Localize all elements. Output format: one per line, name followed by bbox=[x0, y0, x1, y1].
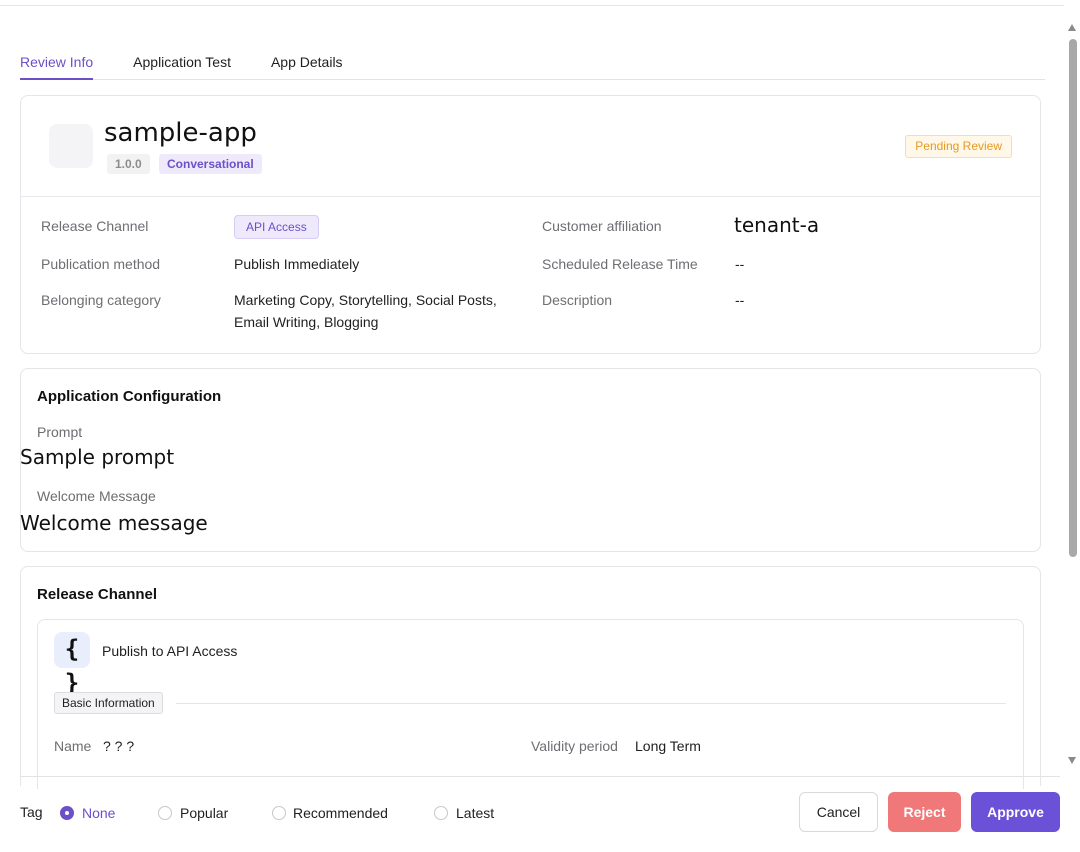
channel-name-value: ? ? ? bbox=[103, 738, 135, 754]
api-access-channel-card: { } Publish to API Access Basic Informat… bbox=[37, 619, 1024, 789]
app-name: sample-app bbox=[104, 118, 257, 148]
scroll-up-arrow-icon[interactable] bbox=[1068, 24, 1076, 31]
status-badge: Pending Review bbox=[905, 135, 1012, 158]
config-title: Application Configuration bbox=[37, 388, 222, 405]
category-value-line1: Marketing Copy, Storytelling, Social Pos… bbox=[234, 292, 497, 308]
app-type-badge: Conversational bbox=[159, 154, 262, 174]
release-channel-label: Release Channel bbox=[41, 218, 149, 234]
vertical-scrollbar[interactable] bbox=[1066, 22, 1080, 766]
description-value: -- bbox=[735, 292, 745, 308]
version-badge: 1.0.0 bbox=[107, 154, 150, 174]
basic-information-divider bbox=[176, 703, 1006, 704]
validity-period-label: Validity period bbox=[531, 738, 618, 754]
customer-affiliation-label: Customer affiliation bbox=[542, 218, 662, 234]
tag-radio-popular-label[interactable]: Popular bbox=[180, 805, 228, 821]
tag-radio-latest-label[interactable]: Latest bbox=[456, 805, 494, 821]
reject-button[interactable]: Reject bbox=[888, 792, 961, 832]
channel-name-label: Name bbox=[54, 738, 92, 754]
publication-method-label: Publication method bbox=[41, 256, 161, 272]
scheduled-release-label: Scheduled Release Time bbox=[542, 256, 698, 272]
release-channel-chip: API Access bbox=[234, 215, 319, 239]
top-divider bbox=[0, 5, 1064, 6]
app-icon bbox=[49, 124, 93, 168]
release-channel-title: Release Channel bbox=[37, 586, 158, 603]
tag-radio-none[interactable] bbox=[60, 806, 74, 820]
validity-period-value: Long Term bbox=[635, 738, 701, 754]
tag-radio-recommended-label[interactable]: Recommended bbox=[293, 805, 388, 821]
cancel-button[interactable]: Cancel bbox=[799, 792, 878, 832]
tag-radio-popular[interactable] bbox=[158, 806, 172, 820]
tab-app-details[interactable]: App Details bbox=[271, 40, 343, 80]
tag-radio-none-label[interactable]: None bbox=[82, 805, 115, 821]
welcome-message-value: Welcome message bbox=[20, 511, 208, 535]
tab-bar: Review Info Application Test App Details bbox=[20, 40, 1045, 80]
tag-radio-recommended[interactable] bbox=[272, 806, 286, 820]
footer-divider bbox=[20, 776, 1060, 777]
prompt-label: Prompt bbox=[37, 424, 83, 440]
application-configuration-card: Application Configuration Prompt Sample … bbox=[20, 368, 1041, 552]
publish-to-api-label: Publish to API Access bbox=[102, 643, 238, 659]
tab-application-test[interactable]: Application Test bbox=[133, 40, 231, 80]
tag-label: Tag bbox=[20, 804, 43, 820]
welcome-message-label: Welcome Message bbox=[37, 488, 156, 504]
approve-button[interactable]: Approve bbox=[971, 792, 1060, 832]
scheduled-release-value: -- bbox=[735, 256, 745, 272]
category-value-line2: Email Writing, Blogging bbox=[234, 314, 379, 330]
customer-affiliation-value: tenant-a bbox=[734, 213, 820, 237]
api-braces-icon: { } bbox=[54, 632, 90, 697]
basic-information-tag: Basic Information bbox=[54, 692, 163, 714]
tag-radio-latest[interactable] bbox=[434, 806, 448, 820]
release-channel-card: Release Channel { } Publish to API Acces… bbox=[20, 566, 1041, 789]
description-label: Description bbox=[542, 292, 613, 308]
review-info-card: sample-app 1.0.0 Conversational Pending … bbox=[20, 95, 1041, 354]
prompt-value: Sample prompt bbox=[20, 445, 175, 469]
publication-method-value: Publish Immediately bbox=[234, 256, 360, 272]
tab-review-info[interactable]: Review Info bbox=[20, 40, 94, 80]
scroll-thumb[interactable] bbox=[1069, 39, 1077, 557]
scroll-down-arrow-icon[interactable] bbox=[1068, 757, 1076, 764]
card-divider bbox=[21, 196, 1040, 197]
category-label: Belonging category bbox=[41, 292, 161, 308]
